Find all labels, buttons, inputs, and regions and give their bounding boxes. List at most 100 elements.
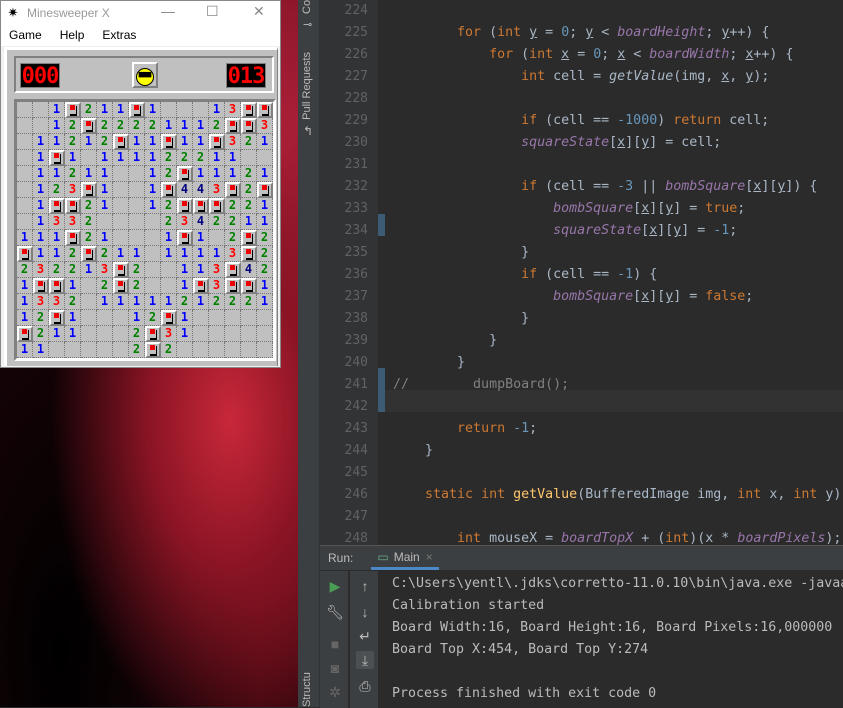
board-cell[interactable]: 1	[17, 230, 33, 246]
board-cell[interactable]: 1	[129, 246, 145, 262]
flagged-cell[interactable]	[49, 278, 65, 294]
board-cell[interactable]: 1	[33, 166, 49, 182]
board-cell[interactable]	[81, 294, 97, 310]
flagged-cell[interactable]	[65, 198, 81, 214]
board-cell[interactable]: 4	[241, 262, 257, 278]
board-cell[interactable]: 2	[97, 246, 113, 262]
board-cell[interactable]: 1	[209, 166, 225, 182]
board-cell[interactable]: 1	[161, 246, 177, 262]
board-cell[interactable]: 1	[209, 150, 225, 166]
board-cell[interactable]	[225, 310, 241, 326]
board-cell[interactable]: 3	[225, 134, 241, 150]
board-cell[interactable]: 1	[113, 246, 129, 262]
board-cell[interactable]: 1	[209, 246, 225, 262]
flagged-cell[interactable]	[209, 198, 225, 214]
scroll-to-end-icon[interactable]: ⤓	[356, 651, 374, 669]
board-cell[interactable]	[81, 342, 97, 358]
board-cell[interactable]: 1	[177, 118, 193, 134]
board-cell[interactable]: 1	[65, 310, 81, 326]
flagged-cell[interactable]	[49, 150, 65, 166]
board-cell[interactable]: 1	[97, 182, 113, 198]
board-cell[interactable]: 1	[177, 278, 193, 294]
board-cell[interactable]: 1	[97, 150, 113, 166]
board-cell[interactable]: 2	[145, 118, 161, 134]
board-cell[interactable]	[17, 214, 33, 230]
down-arrow-icon[interactable]: ↓	[356, 603, 374, 621]
board-cell[interactable]	[113, 230, 129, 246]
board-cell[interactable]: 3	[97, 262, 113, 278]
flagged-cell[interactable]	[17, 326, 33, 342]
board-cell[interactable]: 2	[65, 246, 81, 262]
board-cell[interactable]: 1	[97, 230, 113, 246]
board-cell[interactable]: 2	[257, 230, 273, 246]
board-cell[interactable]: 1	[257, 134, 273, 150]
board-cell[interactable]	[161, 102, 177, 118]
board-cell[interactable]: 1	[97, 166, 113, 182]
maximize-button[interactable]: ☐	[206, 3, 219, 20]
tab-main[interactable]: ▭ Main ×	[371, 546, 439, 570]
board-cell[interactable]: 2	[209, 118, 225, 134]
flagged-cell[interactable]	[17, 246, 33, 262]
board-cell[interactable]: 1	[97, 294, 113, 310]
flagged-cell[interactable]	[113, 134, 129, 150]
board-cell[interactable]: 1	[177, 262, 193, 278]
flagged-cell[interactable]	[81, 246, 97, 262]
board-cell[interactable]: 1	[81, 262, 97, 278]
flagged-cell[interactable]	[113, 262, 129, 278]
board-cell[interactable]: 2	[241, 294, 257, 310]
board-cell[interactable]: 2	[49, 262, 65, 278]
board-cell[interactable]: 2	[129, 342, 145, 358]
board-cell[interactable]	[113, 214, 129, 230]
board-cell[interactable]	[209, 342, 225, 358]
rerun-play-icon[interactable]: ▶	[326, 577, 344, 595]
board-cell[interactable]: 1	[177, 134, 193, 150]
close-tab-icon[interactable]: ×	[426, 550, 433, 564]
board-cell[interactable]: 2	[65, 294, 81, 310]
board-cell[interactable]	[145, 230, 161, 246]
board-cell[interactable]: 1	[257, 198, 273, 214]
board-cell[interactable]	[161, 262, 177, 278]
board-cell[interactable]: 2	[241, 198, 257, 214]
board-cell[interactable]: 1	[81, 166, 97, 182]
pull-requests-tab[interactable]: Pull Requests	[301, 52, 313, 120]
board-cell[interactable]: 2	[81, 214, 97, 230]
flagged-cell[interactable]	[145, 342, 161, 358]
board-cell[interactable]: 2	[81, 198, 97, 214]
board-cell[interactable]	[145, 246, 161, 262]
board-cell[interactable]: 2	[241, 166, 257, 182]
flagged-cell[interactable]	[241, 230, 257, 246]
smiley-reset-button[interactable]: ▀▀	[132, 62, 158, 88]
board-cell[interactable]	[145, 278, 161, 294]
menu-help[interactable]: Help	[60, 28, 85, 42]
board-cell[interactable]	[145, 214, 161, 230]
board-cell[interactable]: 1	[81, 134, 97, 150]
flagged-cell[interactable]	[81, 118, 97, 134]
flagged-cell[interactable]	[177, 230, 193, 246]
flagged-cell[interactable]	[161, 310, 177, 326]
board-cell[interactable]: 2	[65, 262, 81, 278]
board-cell[interactable]	[17, 134, 33, 150]
stop-icon[interactable]: ■	[326, 635, 344, 653]
flagged-cell[interactable]	[257, 102, 273, 118]
board-cell[interactable]: 2	[161, 166, 177, 182]
board-cell[interactable]: 2	[257, 262, 273, 278]
board-cell[interactable]: 2	[225, 214, 241, 230]
board-cell[interactable]	[81, 150, 97, 166]
board-cell[interactable]: 1	[193, 166, 209, 182]
flagged-cell[interactable]	[241, 118, 257, 134]
board-cell[interactable]	[81, 310, 97, 326]
board-cell[interactable]	[17, 182, 33, 198]
board-cell[interactable]: 1	[65, 326, 81, 342]
flagged-cell[interactable]	[241, 246, 257, 262]
board-cell[interactable]	[145, 262, 161, 278]
board-cell[interactable]: 2	[161, 150, 177, 166]
board-cell[interactable]	[209, 310, 225, 326]
board-cell[interactable]: 2	[97, 134, 113, 150]
board-cell[interactable]: 1	[33, 198, 49, 214]
board-cell[interactable]: 1	[33, 134, 49, 150]
wrench-icon[interactable]: 🔧︎	[326, 603, 344, 621]
board-cell[interactable]: 1	[49, 118, 65, 134]
board-cell[interactable]: 1	[33, 342, 49, 358]
board-cell[interactable]: 1	[17, 278, 33, 294]
flagged-cell[interactable]	[225, 278, 241, 294]
